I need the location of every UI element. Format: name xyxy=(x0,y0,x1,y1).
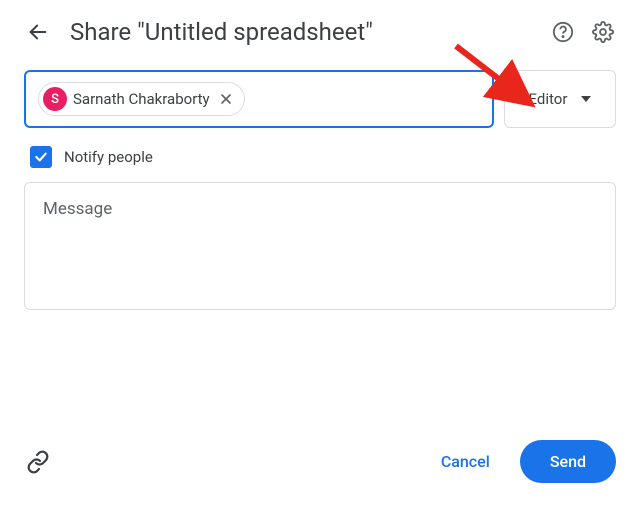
remove-chip-button[interactable] xyxy=(216,89,236,109)
notify-label: Notify people xyxy=(64,148,153,166)
dialog-header: Share "Untitled spreadsheet" xyxy=(0,0,640,56)
share-input-row: S Sarnath Chakraborty Editor xyxy=(0,56,640,128)
arrow-left-icon xyxy=(27,21,49,43)
header-actions xyxy=(550,19,616,45)
message-placeholder: Message xyxy=(43,199,112,219)
role-label: Editor xyxy=(529,90,568,108)
settings-button[interactable] xyxy=(590,19,616,45)
send-button[interactable]: Send xyxy=(520,440,616,483)
notify-row: Notify people xyxy=(0,128,640,168)
check-icon xyxy=(33,149,49,165)
cancel-button[interactable]: Cancel xyxy=(419,442,512,481)
back-button[interactable] xyxy=(24,18,52,46)
copy-link-button[interactable] xyxy=(24,448,52,476)
notify-checkbox[interactable] xyxy=(30,146,52,168)
link-icon xyxy=(26,450,50,474)
message-input[interactable]: Message xyxy=(24,182,616,310)
avatar: S xyxy=(43,87,67,111)
dialog-title: Share "Untitled spreadsheet" xyxy=(70,18,550,46)
chevron-down-icon xyxy=(581,96,591,102)
help-icon xyxy=(552,21,574,43)
close-icon xyxy=(218,91,234,107)
dialog-footer: Cancel Send xyxy=(0,440,640,483)
people-input[interactable]: S Sarnath Chakraborty xyxy=(24,70,494,128)
chip-name: Sarnath Chakraborty xyxy=(73,90,210,108)
role-dropdown[interactable]: Editor xyxy=(504,70,616,128)
help-button[interactable] xyxy=(550,19,576,45)
gear-icon xyxy=(592,21,614,43)
person-chip[interactable]: S Sarnath Chakraborty xyxy=(38,82,245,116)
